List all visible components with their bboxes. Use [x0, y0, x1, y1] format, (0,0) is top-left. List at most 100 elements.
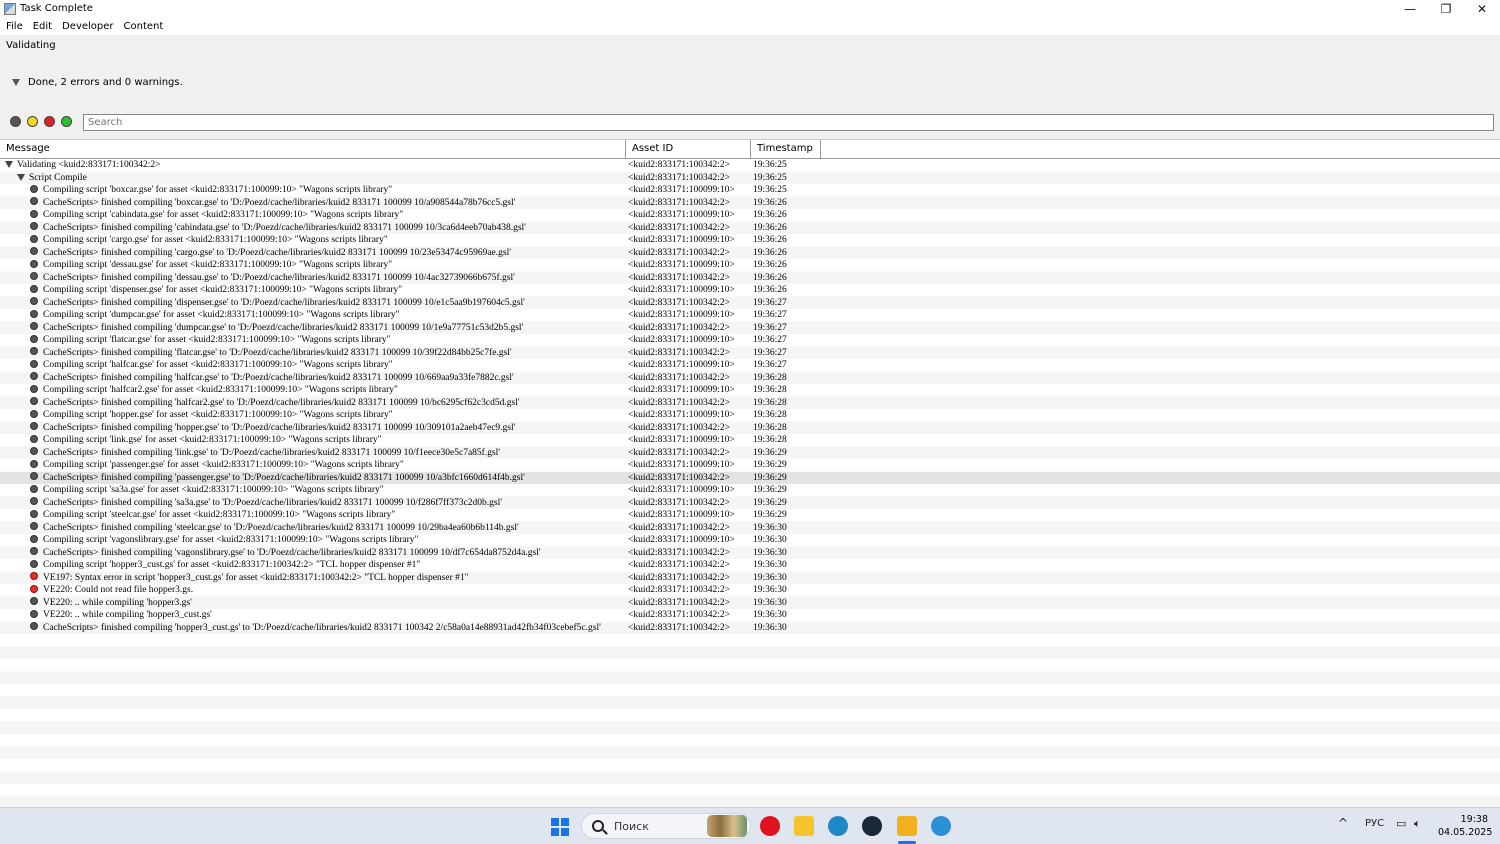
log-message-text: Compiling script 'cabindata.gse' for ass… [43, 210, 404, 220]
error-filter[interactable] [44, 116, 55, 127]
log-timestamp-cell: 19:36:25 [753, 172, 787, 183]
info-icon [30, 497, 38, 506]
close-button[interactable]: ✕ [1464, 0, 1500, 17]
log-row[interactable]: Compiling script 'dispenser.gse' for ass… [0, 284, 1500, 297]
menu-developer[interactable]: Developer [62, 21, 113, 32]
log-row[interactable]: CacheScripts> finished compiling 'flatca… [0, 347, 1500, 360]
log-asset-cell: <kuid2:833171:100342:2> [628, 497, 731, 508]
log-row[interactable]: Compiling script 'halfcar.gse' for asset… [0, 359, 1500, 372]
volume-icon[interactable]: 🔈︎ [1414, 817, 1421, 831]
log-row[interactable]: CacheScripts> finished compiling 'halfca… [0, 372, 1500, 385]
log-message-text: Script Compile [29, 172, 87, 183]
log-row[interactable]: CacheScripts> finished compiling 'halfca… [0, 397, 1500, 410]
log-row[interactable]: CacheScripts> finished compiling 'sa3a.g… [0, 497, 1500, 510]
log-message-cell: Compiling script 'sa3a.gse' for asset <k… [0, 484, 625, 497]
warning-filter[interactable] [27, 116, 38, 127]
log-row[interactable]: CacheScripts> finished compiling 'dessau… [0, 272, 1500, 285]
success-filter[interactable] [61, 116, 72, 127]
log-row[interactable]: VE220: .. while compiling 'hopper3_cust.… [0, 609, 1500, 622]
menu-file[interactable]: File [6, 21, 23, 32]
search-icon [592, 820, 604, 832]
log-row[interactable]: VE197: Syntax error in script 'hopper3_c… [0, 572, 1500, 585]
log-row[interactable]: Compiling script 'passenger.gse' for ass… [0, 459, 1500, 472]
search-input[interactable] [83, 114, 1494, 131]
log-row[interactable]: Compiling script 'halfcar2.gse' for asse… [0, 384, 1500, 397]
info-icon [30, 534, 38, 543]
log-asset-cell: <kuid2:833171:100342:2> [628, 222, 731, 233]
info-icon [30, 334, 38, 343]
log-row[interactable]: Compiling script 'link.gse' for asset <k… [0, 434, 1500, 447]
log-timestamp-cell: 19:36:30 [753, 622, 787, 633]
log-row[interactable]: Compiling script 'cargo.gse' for asset <… [0, 234, 1500, 247]
taskbar-clock[interactable]: 19:38 04.05.2025 [1438, 813, 1492, 839]
log-row[interactable]: CacheScripts> finished compiling 'dumpca… [0, 322, 1500, 335]
log-row[interactable]: Compiling script 'boxcar.gse' for asset … [0, 184, 1500, 197]
log-row[interactable]: Compiling script 'vagonslibrary.gse' for… [0, 534, 1500, 547]
log-timestamp-cell: 19:36:28 [753, 397, 787, 408]
info-icon [30, 484, 38, 493]
log-message-text: CacheScripts> finished compiling 'vagons… [43, 547, 541, 558]
log-row[interactable]: Compiling script 'hopper3_cust.gs' for a… [0, 559, 1500, 572]
log-asset-cell: <kuid2:833171:100342:2> [628, 247, 731, 258]
network-icon[interactable]: ▭ [1396, 817, 1406, 830]
log-row[interactable]: Validating <kuid2:833171:100342:2> <kuid2… [0, 159, 1500, 172]
log-rows: Validating <kuid2:833171:100342:2> <kuid2… [0, 159, 1500, 807]
log-row[interactable]: CacheScripts> finished compiling 'vagons… [0, 547, 1500, 560]
log-asset-cell: <kuid2:833171:100342:2> [628, 372, 731, 383]
app-folder-icon[interactable] [897, 816, 917, 836]
log-row[interactable]: VE220: .. while compiling 'hopper3.gs' <k… [0, 597, 1500, 610]
expand-arrow-icon[interactable] [17, 173, 25, 181]
minimize-button[interactable]: — [1392, 0, 1428, 17]
log-row[interactable]: Compiling script 'dessau.gse' for asset … [0, 259, 1500, 272]
steam-icon[interactable] [862, 816, 882, 836]
language-indicator[interactable]: РУС [1365, 818, 1384, 829]
log-message-cell: Compiling script 'halfcar.gse' for asset… [0, 359, 625, 372]
log-row[interactable]: CacheScripts> finished compiling 'steelc… [0, 522, 1500, 535]
log-row[interactable]: CacheScripts> finished compiling 'cargo.… [0, 247, 1500, 260]
log-message-text: Compiling script 'steelcar.gse' for asse… [43, 510, 396, 520]
log-asset-cell: <kuid2:833171:100099:10> [628, 485, 735, 495]
maximize-button[interactable]: ❐ [1428, 0, 1464, 17]
info-icon [30, 609, 38, 618]
log-row[interactable]: CacheScripts> finished compiling 'hopper… [0, 622, 1500, 635]
log-row[interactable]: Compiling script 'hopper.gse' for asset … [0, 409, 1500, 422]
info-icon [30, 372, 38, 381]
log-timestamp-cell: 19:36:30 [753, 560, 787, 570]
log-row[interactable]: Compiling script 'flatcar.gse' for asset… [0, 334, 1500, 347]
file-explorer-icon[interactable] [794, 816, 814, 836]
log-timestamp-cell: 19:36:28 [753, 435, 787, 445]
log-row[interactable]: Compiling script 'sa3a.gse' for asset <k… [0, 484, 1500, 497]
log-row[interactable]: Compiling script 'dumpcar.gse' for asset… [0, 309, 1500, 322]
column-header-timestamp[interactable]: Timestamp [751, 140, 821, 158]
log-row[interactable]: CacheScripts> finished compiling 'cabind… [0, 222, 1500, 235]
column-header-message[interactable]: Message [0, 140, 626, 158]
log-row[interactable]: CacheScripts> finished compiling 'link.g… [0, 447, 1500, 460]
log-row[interactable]: CacheScripts> finished compiling 'boxcar… [0, 197, 1500, 210]
windows-logo-icon [551, 818, 559, 826]
log-message-text: Validating <kuid2:833171:100342:2> [17, 160, 161, 170]
menu-content[interactable]: Content [124, 21, 164, 32]
log-row[interactable]: CacheScripts> finished compiling 'hopper… [0, 422, 1500, 435]
opera-icon[interactable] [760, 816, 780, 836]
globe-app-icon[interactable] [931, 816, 951, 836]
log-message-cell: CacheScripts> finished compiling 'cabind… [0, 222, 625, 235]
column-header-asset-id[interactable]: Asset ID [626, 140, 751, 158]
log-message-text: Compiling script 'vagonslibrary.gse' for… [43, 535, 419, 545]
log-asset-cell: <kuid2:833171:100342:2> [628, 610, 731, 620]
log-row[interactable]: CacheScripts> finished compiling 'dispen… [0, 297, 1500, 310]
all-filter[interactable] [10, 116, 21, 127]
summary-toggle[interactable]: Done, 2 errors and 0 warnings. [12, 77, 183, 88]
menu-edit[interactable]: Edit [33, 21, 52, 32]
table-header: Message Asset ID Timestamp [0, 140, 1500, 159]
start-button[interactable] [551, 818, 569, 836]
log-row[interactable]: VE220: Could not read file hopper3.gs. <k… [0, 584, 1500, 597]
edge-icon[interactable] [828, 816, 848, 836]
log-timestamp-cell: 19:36:29 [753, 460, 787, 470]
log-row[interactable]: CacheScripts> finished compiling 'passen… [0, 471, 1500, 484]
info-icon [30, 259, 38, 268]
tray-overflow-chevron-icon[interactable]: ^ [1338, 816, 1348, 830]
log-row[interactable]: Script Compile <kuid2:833171:100342:2> 19:… [0, 172, 1500, 185]
expand-arrow-icon[interactable] [5, 161, 13, 169]
log-row[interactable]: Compiling script 'steelcar.gse' for asse… [0, 509, 1500, 522]
log-row[interactable]: Compiling script 'cabindata.gse' for ass… [0, 209, 1500, 222]
